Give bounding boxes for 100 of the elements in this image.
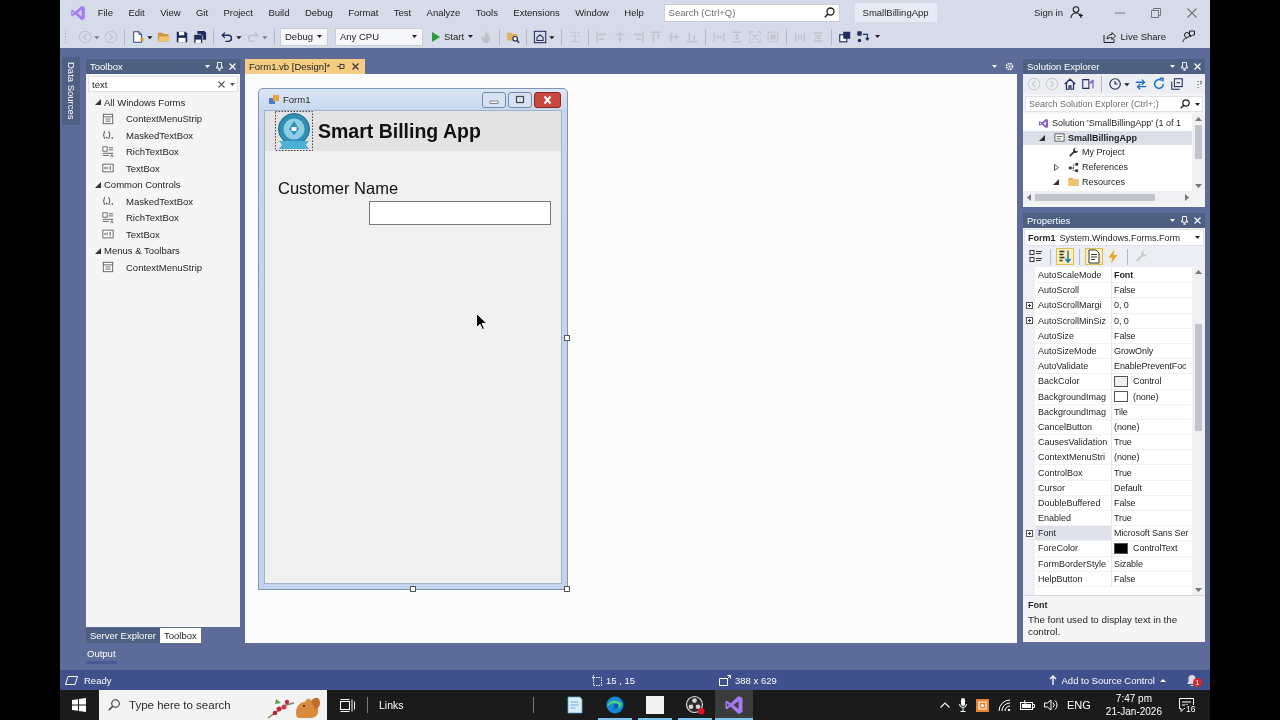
infinity-logo-icon[interactable] <box>714 690 753 720</box>
caret-icon[interactable] <box>230 82 235 86</box>
property-value[interactable]: False <box>1114 285 1136 296</box>
caret-icon[interactable] <box>1170 219 1175 222</box>
property-name[interactable]: ContextMenuStri <box>1035 450 1112 465</box>
scroll-thumb[interactable] <box>1195 324 1202 431</box>
notepad-icon[interactable] <box>564 695 585 715</box>
toolbox-item[interactable]: TextBox <box>86 160 240 177</box>
arrow-up-icon[interactable] <box>1048 675 1057 685</box>
home-icon[interactable] <box>1063 77 1077 91</box>
property-name[interactable]: FormBorderStyle <box>1035 556 1112 571</box>
menu-item[interactable]: Debug <box>297 4 341 21</box>
caret-up-icon[interactable] <box>1160 678 1166 682</box>
panel-tab[interactable]: Server Explorer <box>86 628 160 643</box>
tree-item[interactable]: Solution 'SmallBillingApp' (1 of 1 <box>1023 116 1192 131</box>
property-value[interactable]: False <box>1114 497 1136 508</box>
scroll-left-icon[interactable] <box>1027 194 1031 201</box>
document-tab[interactable]: Form1.vb [Design]* <box>245 59 366 74</box>
caret-icon[interactable] <box>1170 65 1175 68</box>
expand-arrow-icon[interactable] <box>95 181 101 188</box>
menu-item[interactable]: Build <box>260 4 298 21</box>
property-row[interactable]: ContextMenuStri (none) <box>1023 450 1192 466</box>
maximize-icon[interactable] <box>508 91 532 108</box>
play-icon[interactable] <box>432 31 440 42</box>
categorized-list-icon[interactable] <box>1027 248 1045 265</box>
menu-item[interactable]: Tools <box>468 4 506 21</box>
property-value[interactable]: True <box>1114 437 1132 448</box>
feedback-icon[interactable] <box>1182 30 1195 43</box>
tree-item[interactable]: Resources <box>1023 174 1192 189</box>
property-row[interactable]: ForeColor ControlText <box>1023 541 1192 557</box>
resize-handle-icon[interactable] <box>410 586 416 592</box>
toolbox-search-field[interactable]: text <box>88 76 238 92</box>
property-row[interactable]: AutoValidate EnablePreventFoc <box>1023 359 1192 375</box>
battery-icon[interactable] <box>1020 700 1035 710</box>
taskbar-search-field[interactable]: Type here to search <box>99 690 327 720</box>
collapse-all-icon[interactable] <box>1170 77 1184 91</box>
property-value[interactable]: 0, 0 <box>1114 300 1129 311</box>
language-indicator[interactable]: ENG <box>1067 699 1091 711</box>
property-row[interactable]: CausesValidation True <box>1023 435 1192 451</box>
property-value[interactable]: ControlText <box>1133 543 1178 554</box>
new-item-icon[interactable] <box>131 29 153 44</box>
menu-item[interactable]: Window <box>567 4 617 21</box>
tab-order-icon[interactable] <box>856 29 871 44</box>
tree-item[interactable]: References <box>1023 159 1192 175</box>
task-view-icon[interactable] <box>340 698 355 712</box>
caret-icon[interactable] <box>1195 102 1200 106</box>
property-row[interactable]: BackColor Control <box>1023 374 1192 390</box>
expand-arrow-icon[interactable] <box>95 247 101 254</box>
property-value[interactable]: Sizable <box>1114 558 1143 569</box>
property-value[interactable]: True <box>1114 513 1132 524</box>
solution-search-field[interactable]: Search Solution Explorer (Ctrl+;) <box>1025 96 1203 112</box>
toolbox-item[interactable]: MaskedTextBox <box>86 127 240 144</box>
toolbox-item[interactable]: MaskedTextBox <box>86 193 240 210</box>
windows-start-icon[interactable] <box>72 698 86 712</box>
property-name[interactable]: AutoScrollMinSiz <box>1035 313 1112 328</box>
property-row[interactable]: Font Microsoft Sans Ser <box>1023 526 1192 542</box>
menu-item[interactable]: Git <box>188 4 216 21</box>
restore-icon[interactable] <box>1151 7 1161 18</box>
close-icon[interactable] <box>352 63 360 70</box>
property-value[interactable]: Tile <box>1114 406 1128 417</box>
volume-icon[interactable] <box>1044 699 1058 711</box>
switch-views-icon[interactable] <box>1081 77 1095 91</box>
property-value[interactable]: (none) <box>1114 452 1140 463</box>
property-row[interactable]: FormBorderStyle Sizable <box>1023 556 1192 572</box>
sort-down-icon[interactable] <box>1056 248 1074 265</box>
overflow-caret-icon[interactable] <box>875 35 881 38</box>
horizontal-scrollbar[interactable] <box>1023 191 1192 204</box>
property-row[interactable]: AutoScaleMode Font <box>1023 268 1192 284</box>
property-name[interactable]: Cursor <box>1035 480 1112 495</box>
expand-plus-icon[interactable] <box>1025 529 1033 537</box>
bring-to-front-icon[interactable] <box>838 29 853 44</box>
undo-icon[interactable] <box>220 29 242 44</box>
menu-item[interactable]: View <box>152 4 189 21</box>
property-value[interactable]: Font <box>1114 270 1134 281</box>
tray-app-icon[interactable] <box>976 698 989 712</box>
toolbox-item[interactable]: RichTextBox <box>86 209 240 226</box>
search-icon[interactable] <box>823 7 835 18</box>
expand-plus-icon[interactable] <box>1025 301 1033 309</box>
start-button[interactable]: Start <box>428 27 478 46</box>
property-row[interactable]: DoubleBuffered False <box>1023 495 1192 511</box>
search-icon[interactable] <box>1180 99 1190 109</box>
property-value[interactable]: Microsoft Sans Ser <box>1114 528 1189 539</box>
toolbox-group[interactable]: Menus & Toolbars <box>86 242 240 259</box>
configuration-dropdown[interactable]: Debug <box>280 27 328 46</box>
output-tab[interactable]: Output <box>86 647 117 664</box>
property-row[interactable]: AutoScrollMinSiz 0, 0 <box>1023 313 1192 329</box>
resize-handle-icon[interactable] <box>564 586 570 592</box>
menu-item[interactable]: Edit <box>120 4 153 21</box>
property-row[interactable]: CancelButton (none) <box>1023 419 1192 436</box>
property-row[interactable]: HelpButton False <box>1023 571 1192 587</box>
history-clock-icon[interactable] <box>1108 77 1130 91</box>
pin-icon[interactable] <box>337 63 346 70</box>
menu-item[interactable]: File <box>90 4 121 21</box>
collapsed-arrow-icon[interactable] <box>1053 163 1059 171</box>
property-row[interactable]: AutoSize False <box>1023 328 1192 344</box>
toolbox-group[interactable]: Common Controls <box>86 176 240 193</box>
toolbox-item[interactable]: ContextMenuStrip <box>86 259 240 276</box>
property-name[interactable]: Enabled <box>1035 511 1112 526</box>
settings-icon[interactable] <box>1005 62 1014 71</box>
platform-dropdown[interactable]: Any CPU <box>335 27 423 46</box>
